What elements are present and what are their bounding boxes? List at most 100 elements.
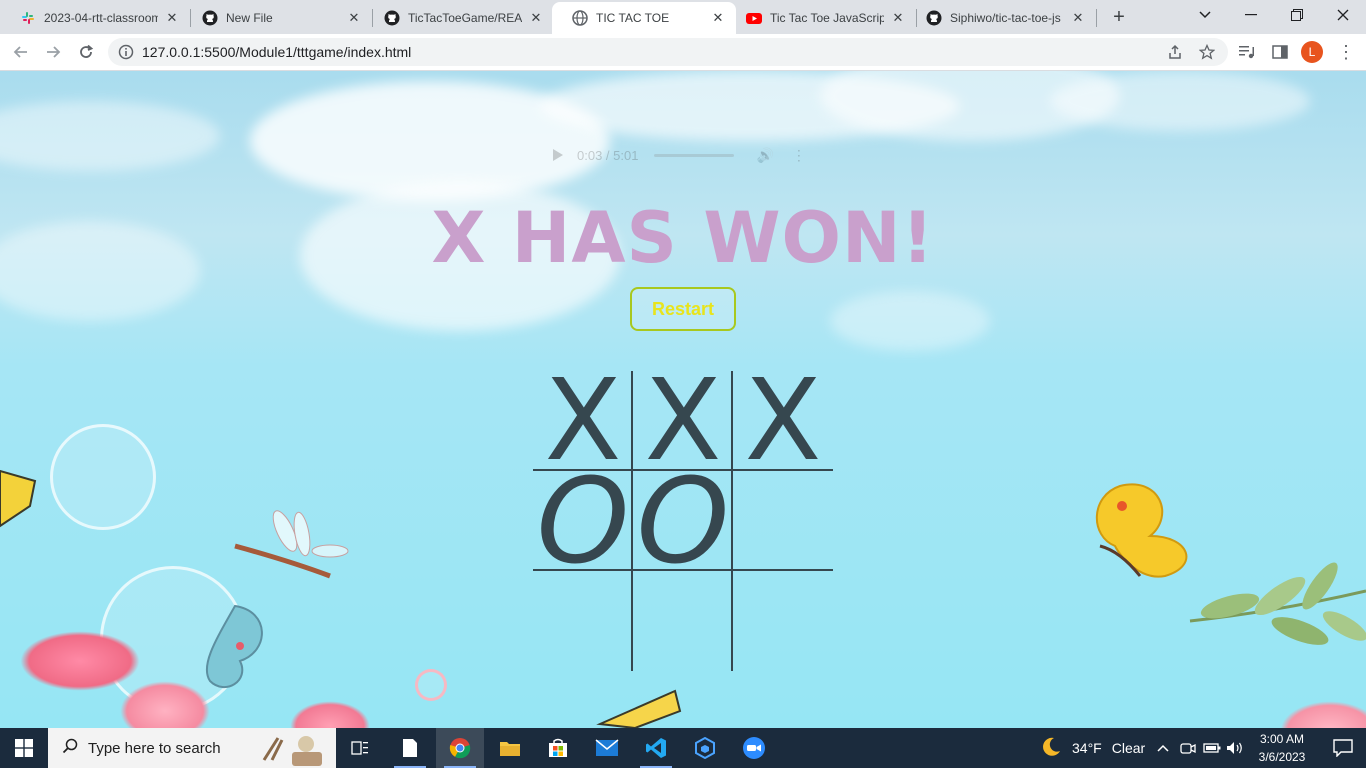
chevron-up-icon[interactable]: [1152, 728, 1174, 768]
tab-slack[interactable]: 2023-04-rtt-classroom ✕: [0, 2, 190, 34]
share-icon[interactable]: [1166, 43, 1184, 61]
grid-line: [631, 371, 633, 671]
notepad-icon[interactable]: [386, 728, 434, 768]
tab-title: 2023-04-rtt-classroom: [44, 11, 158, 25]
notification-icon[interactable]: [1320, 728, 1366, 768]
start-button[interactable]: [0, 728, 48, 768]
url-text: 127.0.0.1:5500/Module1/tttgame/index.htm…: [142, 44, 412, 60]
bookmark-star-icon[interactable]: [1198, 43, 1216, 61]
clock-time: 3:00 AM: [1259, 732, 1305, 746]
cloud-decoration: [830, 291, 990, 351]
board-cell-4[interactable]: O: [633, 452, 733, 590]
github-icon: [202, 10, 218, 26]
bubble-decoration: [415, 669, 447, 701]
tab-search-icon[interactable]: [1182, 0, 1228, 30]
leaf-branch-icon: [1189, 562, 1366, 645]
browser-toolbar: 127.0.0.1:5500/Module1/tttgame/index.htm…: [0, 34, 1366, 71]
mail-icon[interactable]: [583, 728, 631, 768]
audio-time: 0:03 / 5:01: [577, 147, 639, 163]
audio-seek-bar[interactable]: [654, 153, 735, 157]
audio-player[interactable]: 0:03 / 5:01 🔊 ⋮: [541, 141, 821, 169]
tab-title: Siphiwo/tic-tac-toe-js: [950, 11, 1061, 25]
play-icon[interactable]: [553, 149, 563, 161]
tab-siphiwo[interactable]: Siphiwo/tic-tac-toe-js ✕: [906, 2, 1096, 34]
github-icon: [384, 10, 400, 26]
close-tab-icon[interactable]: ✕: [890, 10, 906, 26]
tab-title: Tic Tac Toe JavaScript: [770, 11, 884, 25]
app-cube-icon[interactable]: [681, 728, 729, 768]
weather-temp: 34°F: [1072, 740, 1102, 756]
weather-widget[interactable]: 34°F Clear: [1040, 728, 1145, 768]
restore-button[interactable]: [1274, 0, 1320, 30]
tab-title: TIC TAC TOE: [596, 11, 670, 25]
moon-icon: [1040, 736, 1062, 761]
weather-desc: Clear: [1111, 740, 1146, 756]
forward-button[interactable]: [41, 40, 65, 64]
clock-date: 3/6/2023: [1258, 750, 1306, 764]
tab-title: New File: [226, 11, 273, 25]
zoom-icon[interactable]: [730, 728, 778, 768]
battery-icon[interactable]: [1200, 728, 1224, 768]
pink-flower-decoration: [1280, 701, 1366, 728]
restart-button[interactable]: Restart: [630, 287, 736, 331]
side-panel-icon[interactable]: [1268, 40, 1292, 64]
new-tab-button[interactable]: +: [1108, 6, 1130, 28]
grid-line: [533, 569, 833, 571]
back-button[interactable]: [9, 40, 33, 64]
file-explorer-icon[interactable]: [486, 728, 534, 768]
chrome-icon[interactable]: [436, 728, 484, 768]
board-cell-6[interactable]: [533, 571, 633, 671]
blue-butterfly-icon: [205, 604, 263, 688]
info-icon[interactable]: [118, 44, 134, 60]
github-icon: [926, 10, 942, 26]
tab-readme[interactable]: TicTacToeGame/README ✕: [364, 2, 554, 34]
pink-flower-decoration: [20, 631, 140, 691]
board-cell-7[interactable]: [633, 571, 733, 671]
audio-more-icon[interactable]: ⋮: [792, 147, 806, 164]
browser-menu-icon[interactable]: ⋮: [1336, 40, 1356, 64]
search-placeholder: Type here to search: [88, 739, 221, 757]
profile-avatar[interactable]: L: [1301, 41, 1323, 63]
yellow-butterfly-bottom-icon: [596, 689, 682, 728]
meet-now-icon[interactable]: [1176, 728, 1200, 768]
game-board: X X X O O: [533, 356, 833, 671]
game-page: 0:03 / 5:01 🔊 ⋮ X HAS WON! Restart X X X…: [0, 71, 1366, 728]
close-tab-icon[interactable]: ✕: [1070, 10, 1086, 26]
microsoft-store-icon[interactable]: [534, 728, 582, 768]
grid-line: [533, 469, 833, 471]
vscode-icon[interactable]: [632, 728, 680, 768]
search-icon: [62, 738, 78, 759]
volume-icon[interactable]: 🔊: [756, 147, 773, 164]
pink-flower-decoration: [290, 701, 370, 728]
volume-tray-icon[interactable]: [1224, 728, 1246, 768]
reload-button[interactable]: [74, 40, 98, 64]
bubble-decoration: [50, 424, 156, 530]
task-view-icon[interactable]: [336, 728, 384, 768]
tab-separator: [1096, 9, 1097, 27]
close-tab-icon[interactable]: ✕: [164, 10, 180, 26]
address-bar[interactable]: 127.0.0.1:5500/Module1/tttgame/index.htm…: [108, 38, 1228, 66]
tab-new-file[interactable]: New File ✕: [182, 2, 372, 34]
board-cell-8[interactable]: [733, 571, 833, 671]
slack-icon: [20, 10, 36, 26]
youtube-icon: [746, 10, 762, 26]
close-tab-icon[interactable]: ✕: [346, 10, 362, 26]
taskbar-clock[interactable]: 3:00 AM 3/6/2023: [1246, 730, 1318, 766]
board-cell-5[interactable]: [733, 471, 833, 571]
tab-youtube[interactable]: Tic Tac Toe JavaScript ✕: [726, 2, 916, 34]
cloud-decoration: [1050, 71, 1310, 131]
board-cell-2[interactable]: X: [733, 356, 833, 486]
close-tab-icon[interactable]: ✕: [710, 10, 726, 26]
taskbar-search-box[interactable]: Type here to search: [48, 728, 336, 768]
close-window-button[interactable]: [1320, 0, 1366, 30]
media-control-icon[interactable]: [1236, 40, 1260, 64]
close-tab-icon[interactable]: ✕: [528, 10, 544, 26]
cloud-decoration: [0, 101, 220, 171]
grid-line: [731, 371, 733, 671]
minimize-button[interactable]: [1228, 0, 1274, 30]
board-cell-3[interactable]: O: [533, 452, 633, 590]
dragonfly-icon: [234, 510, 349, 579]
search-highlight-icon: [258, 730, 328, 766]
tab-tic-tac-toe[interactable]: TIC TAC TOE ✕: [552, 2, 736, 34]
game-status-heading: X HAS WON!: [431, 197, 935, 279]
